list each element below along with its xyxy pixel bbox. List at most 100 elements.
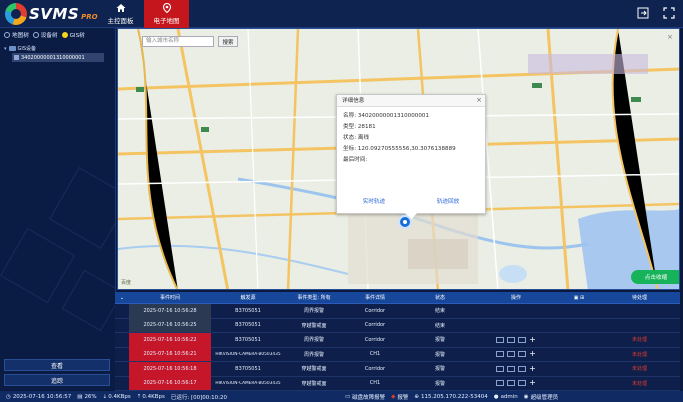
cell-trigger-source: B3705051 xyxy=(235,307,261,314)
tree-root[interactable]: ▾ GIS设备 xyxy=(4,44,111,53)
playback-icon[interactable] xyxy=(518,336,527,343)
video-icon[interactable] xyxy=(496,351,505,358)
status-alarm[interactable]: 报警 xyxy=(397,393,408,401)
camera-icon xyxy=(14,55,19,60)
playback-icon[interactable] xyxy=(518,380,527,387)
nav-electronic-map[interactable]: 电子地图 xyxy=(144,0,189,28)
event-table: ⌄ 事件时间 触发源 事件类型: 所有 事件详情 状态 操作 ▣ ⊞ 待处理 2… xyxy=(115,292,680,391)
cell-trigger-source: B3705051 xyxy=(235,322,261,329)
tree-root-label: GIS设备 xyxy=(17,46,37,52)
cell-event-time: 2025-07-16 10:56:17 xyxy=(129,376,211,391)
snapshot-icon[interactable] xyxy=(507,365,516,372)
video-icon[interactable] xyxy=(496,380,505,387)
device-marker-icon[interactable] xyxy=(398,215,412,229)
fullscreen-icon[interactable] xyxy=(663,7,675,19)
logo-mark-icon xyxy=(5,3,27,25)
table-row[interactable]: 2025-07-16 10:56:25 B3705051 穿越警戒面 Corridor… xyxy=(115,318,680,333)
cell-event-time: 2025-07-16 10:56:25 xyxy=(129,318,211,333)
map-copyright: 百度 xyxy=(121,280,132,286)
app-window: { "app": {"logo_text": "SVMS", "logo_sub… xyxy=(0,0,683,402)
bg-hex-decoration xyxy=(0,227,76,304)
status-uptime: 已运行: [00]00:10:20 xyxy=(170,394,227,401)
col-event-detail[interactable]: 事件详情 xyxy=(343,294,407,301)
popup-title: 详细信息 xyxy=(337,95,485,107)
city-search-input[interactable]: 输入城市名称 xyxy=(142,36,214,47)
tab-map-tree[interactable]: 地图树 xyxy=(4,31,29,39)
upload-icon: ⇡ xyxy=(136,393,142,400)
tab-device-tree[interactable]: 设备树 xyxy=(32,31,58,39)
add-icon[interactable]: + xyxy=(529,337,536,343)
nav-main-panel[interactable]: 主控面板 xyxy=(98,0,143,28)
cell-event-type: 周界报警 xyxy=(303,308,324,315)
popup-row: 类型: 28181 xyxy=(343,124,376,130)
add-icon[interactable]: + xyxy=(529,380,536,386)
playback-icon[interactable] xyxy=(518,365,527,372)
cell-event-detail: CH1 xyxy=(369,351,381,358)
track-button[interactable]: 追踪 xyxy=(4,374,110,386)
gis-map[interactable]: 输入城市名称 搜索 × 详细信息 × 名称: 34020000001310000… xyxy=(117,28,680,290)
collapse-arrow-icon[interactable]: ▾ xyxy=(4,46,7,52)
clock-icon: ◷ xyxy=(6,393,11,400)
add-icon[interactable]: + xyxy=(529,351,536,357)
cell-event-detail: Corridor xyxy=(364,365,386,372)
tree-item-label: 34020000001310000001 xyxy=(21,54,85,61)
alarm-icon: ◆ xyxy=(391,393,396,400)
playback-icon[interactable] xyxy=(518,351,527,358)
table-row[interactable]: 2025-07-16 10:56:28 B3705051 周界报警 Corridor 结… xyxy=(115,303,680,319)
cell-pending-action[interactable]: 未处理 xyxy=(599,365,680,372)
col-operation[interactable]: 操作 xyxy=(473,294,559,301)
collapse-panel-button[interactable]: 点击收缩 xyxy=(631,270,679,284)
col-event-type[interactable]: 事件类型: 所有 xyxy=(285,294,343,301)
exit-icon[interactable] xyxy=(637,7,649,19)
col-pending[interactable]: 待处理 xyxy=(599,294,680,301)
col-event-time[interactable]: 事件时间 xyxy=(129,294,211,301)
table-tool-icons[interactable]: ▣ ⊞ xyxy=(559,295,599,301)
cell-pending-action[interactable]: 未处理 xyxy=(599,351,680,358)
cell-event-type: 穿越警戒面 xyxy=(301,366,327,373)
bg-hex-decoration xyxy=(61,269,115,332)
cell-trigger-source: HIKVISION-CAMERA-B0503435 xyxy=(215,351,281,357)
cpu-icon: ▤ xyxy=(77,393,83,400)
cell-operations: + xyxy=(473,351,559,358)
status-user[interactable]: admin xyxy=(501,394,518,400)
table-row[interactable]: 2025-07-16 10:56:21 HIKVISION-CAMERA-B050… xyxy=(115,347,680,362)
tree-item-device[interactable]: 34020000001310000001 xyxy=(12,53,104,62)
video-icon[interactable] xyxy=(496,365,505,372)
popup-close-icon[interactable]: × xyxy=(476,96,482,104)
table-row[interactable]: 2025-07-16 10:56:18 B3705051 穿越警戒面 Corridor… xyxy=(115,361,680,377)
add-icon[interactable]: + xyxy=(529,366,536,372)
tab-label: GIS树 xyxy=(69,33,85,39)
cell-trigger-source: B3705051 xyxy=(235,365,261,372)
snapshot-icon[interactable] xyxy=(507,351,516,358)
status-datetime: 2025-07-16 10:56:57 xyxy=(12,393,72,400)
search-button[interactable]: 搜索 xyxy=(218,36,238,47)
cell-pending-action[interactable]: 未处理 xyxy=(599,336,680,343)
cell-status: 报警 xyxy=(434,337,445,344)
snapshot-icon[interactable] xyxy=(507,336,516,343)
table-row[interactable]: 2025-07-16 10:56:17 HIKVISION-CAMERA-B050… xyxy=(115,376,680,391)
home-icon xyxy=(116,4,125,12)
video-icon[interactable] xyxy=(496,336,505,343)
status-disk-alarm[interactable]: 磁盘故障报警 xyxy=(352,393,385,401)
status-bar: ◷ 2025-07-16 10:56:57 ▤ 26% ⇣ 0.4KBps ⇡ … xyxy=(0,391,683,402)
tab-gis-tree[interactable]: GIS树 xyxy=(61,31,85,39)
cell-event-time: 2025-07-16 10:56:28 xyxy=(129,303,211,318)
popup-row: 坐标: 120.09270555556,30.3076138889 xyxy=(343,146,456,152)
view-button[interactable]: 查看 xyxy=(4,359,110,371)
nav-main-panel-label: 主控面板 xyxy=(107,17,134,25)
cell-pending-action[interactable]: 未处理 xyxy=(599,380,680,387)
col-status[interactable]: 状态 xyxy=(407,294,473,301)
col-trigger-source[interactable]: 触发源 xyxy=(211,294,285,301)
table-row[interactable]: 2025-07-16 10:56:22 B3705051 周界报警 Corridor 报… xyxy=(115,332,680,348)
zoom-close-icon[interactable]: × xyxy=(667,33,675,41)
realtime-track-link[interactable]: 实时轨迹 xyxy=(363,197,385,205)
collapse-table-icon[interactable]: ⌄ xyxy=(115,295,129,301)
cell-operations: + xyxy=(473,365,559,372)
bg-hex-decoration xyxy=(49,167,115,249)
radio-icon xyxy=(32,32,39,38)
snapshot-icon[interactable] xyxy=(507,380,516,387)
cell-trigger-source: HIKVISION-CAMERA-B0503435 xyxy=(215,380,281,386)
status-role: 超级管理员 xyxy=(530,394,559,401)
left-sidebar: 地图树 设备树 GIS树 ▾ GIS设备 3402000000131000000… xyxy=(0,28,116,390)
track-playback-link[interactable]: 轨迹回放 xyxy=(437,197,459,205)
